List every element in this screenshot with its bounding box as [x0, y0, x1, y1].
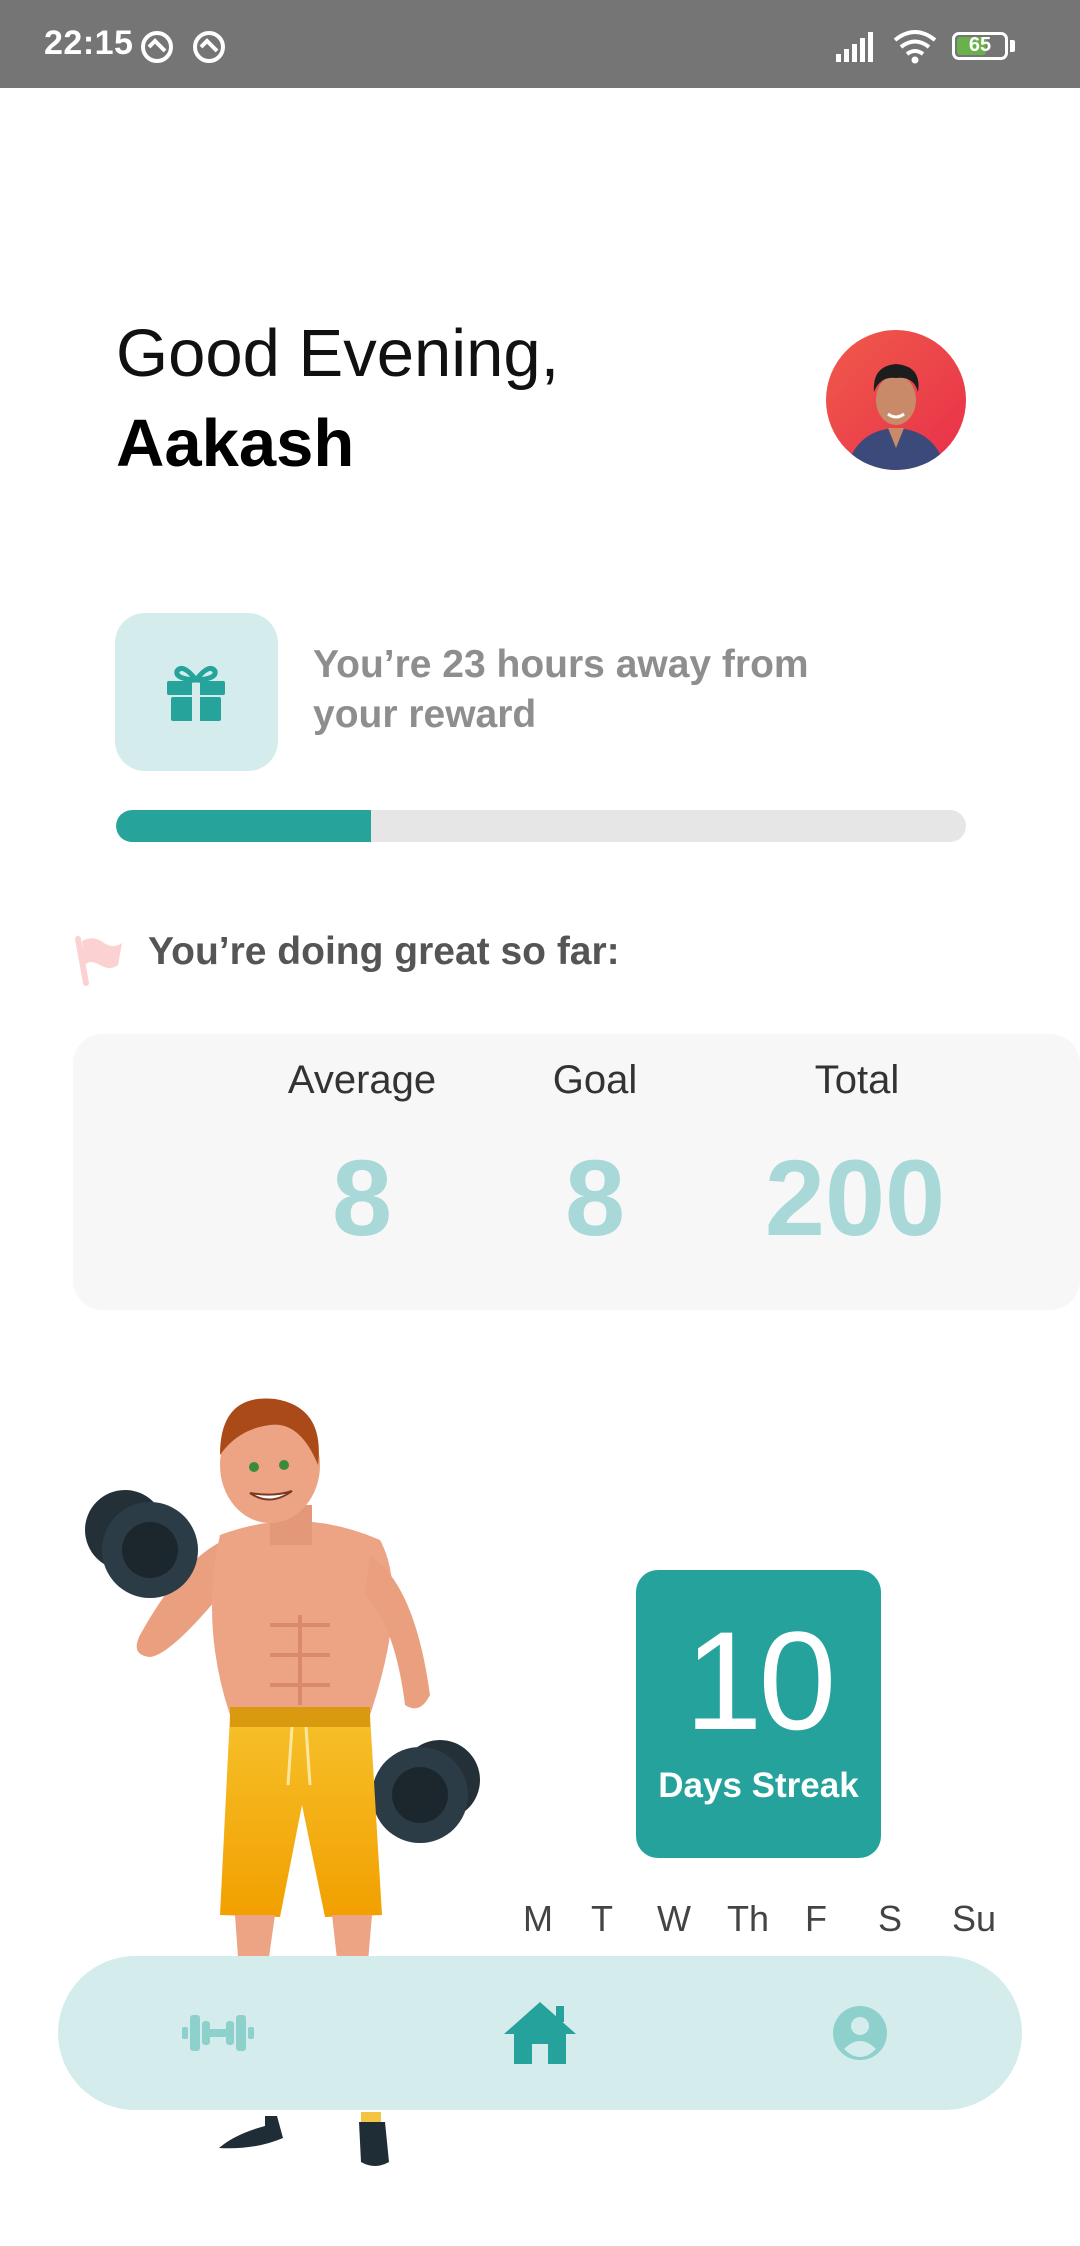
- nav-home[interactable]: [460, 1956, 620, 2110]
- avatar-photo: [826, 330, 966, 470]
- nav-workouts[interactable]: [138, 1956, 298, 2110]
- weekday-tue[interactable]: T: [572, 1898, 632, 1940]
- weekday-wed[interactable]: W: [644, 1898, 704, 1940]
- reward-icon-box[interactable]: [115, 613, 278, 771]
- stat-value-total: 200: [764, 1137, 946, 1258]
- shoe-left: [219, 2116, 283, 2149]
- reward-progress-fill: [116, 810, 371, 842]
- reward-progress-bar: [116, 810, 966, 842]
- status-time: 22:15: [44, 24, 134, 62]
- weekday-mon[interactable]: M: [508, 1898, 568, 1940]
- weekday-thu[interactable]: Th: [718, 1898, 778, 1940]
- summary-title: You’re doing great so far:: [148, 930, 620, 973]
- shoe-right: [359, 2112, 389, 2166]
- user-name: Aakash: [116, 406, 355, 481]
- streak-card[interactable]: 10 Days Streak: [636, 1570, 881, 1858]
- streak-label: Days Streak: [658, 1766, 859, 1805]
- wifi-icon: [893, 30, 937, 64]
- avatar[interactable]: [826, 330, 966, 470]
- weekday-fri[interactable]: F: [786, 1898, 846, 1940]
- home-icon: [504, 2002, 576, 2064]
- stat-value-goal: 8: [564, 1137, 626, 1258]
- stat-label-average: Average: [287, 1058, 437, 1102]
- nav-profile[interactable]: [780, 1956, 940, 2110]
- streak-count: 10: [684, 1602, 837, 1759]
- profile-icon: [833, 2006, 887, 2060]
- gift-icon: [167, 666, 225, 723]
- greeting-text: Good Evening,: [116, 316, 560, 391]
- battery-tip: [1010, 40, 1015, 52]
- bottom-nav: [58, 1956, 1022, 2110]
- battery-level: 65: [968, 34, 992, 56]
- signal-icon: [836, 32, 873, 62]
- dumbbell-icon: [182, 2015, 254, 2051]
- stat-label-total: Total: [814, 1058, 900, 1102]
- weekday-sat[interactable]: S: [860, 1898, 920, 1940]
- stat-label-goal: Goal: [552, 1058, 638, 1102]
- reward-message: You’re 23 hours away from your reward: [313, 643, 809, 736]
- notification-icon: [193, 31, 225, 63]
- battery-icon: 65: [952, 32, 1008, 60]
- notification-icon: [141, 31, 173, 63]
- weekday-sun[interactable]: Su: [944, 1898, 1004, 1940]
- flag-icon: [75, 936, 122, 986]
- status-bar: 22:15 65: [0, 0, 1080, 88]
